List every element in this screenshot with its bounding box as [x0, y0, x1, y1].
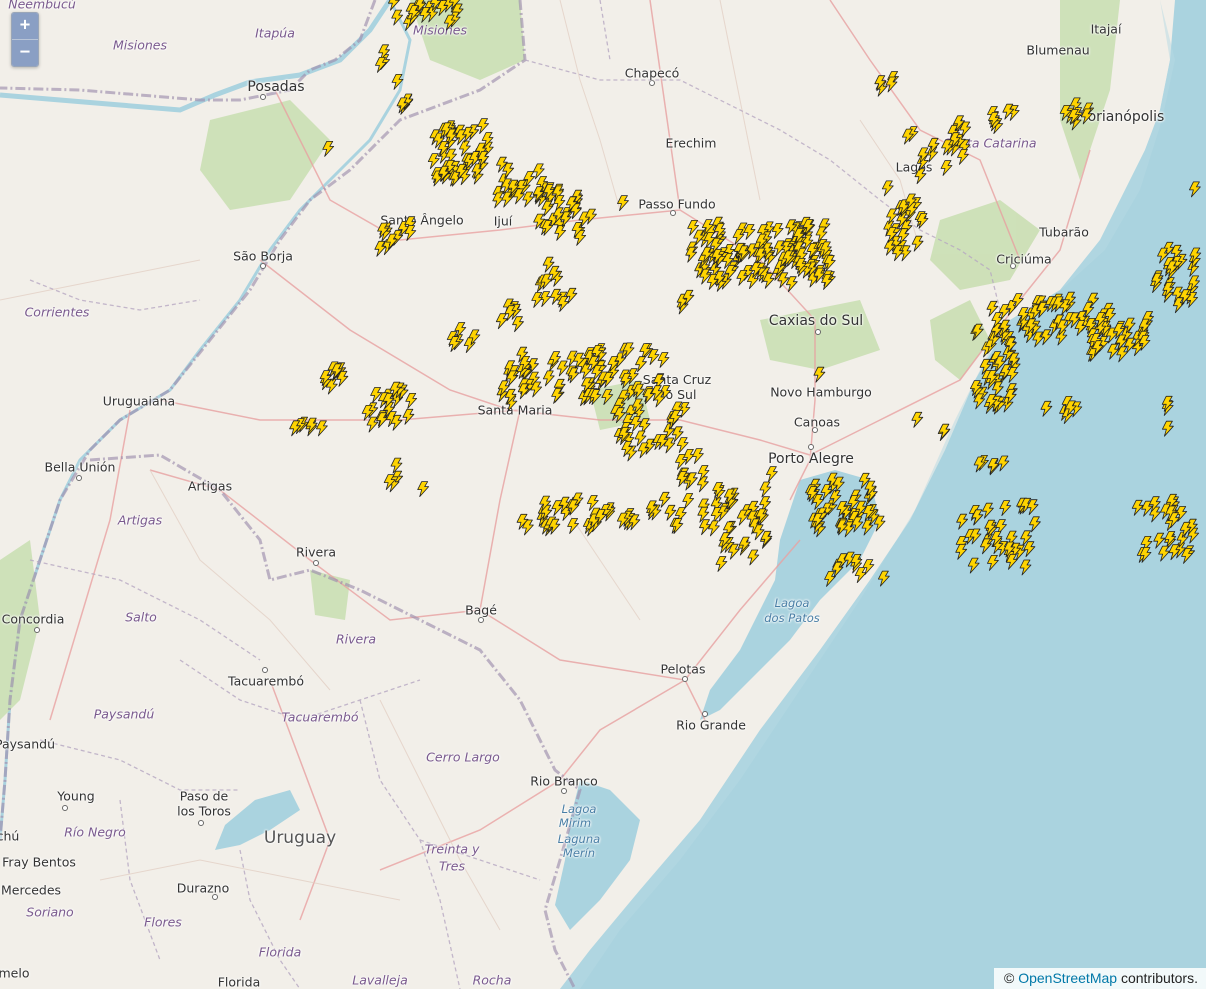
lightning-strike-icon: [708, 520, 720, 537]
lightning-strike-icon: [601, 389, 614, 406]
lightning-strike-icon: [1149, 506, 1161, 523]
lightning-strike-icon: [743, 224, 756, 240]
lightning-strike-icon: [987, 555, 999, 571]
lightning-strike-icon: [747, 549, 760, 566]
lightning-strike-icon: [967, 557, 980, 574]
lightning-strike-icon: [554, 224, 567, 241]
lightning-strike-icon: [957, 148, 969, 165]
lightning-strike-icon: [567, 518, 579, 534]
lightning-strike-icon: [477, 118, 490, 134]
zoom-in-button[interactable]: +: [12, 13, 38, 39]
lightning-strike-icon: [982, 502, 994, 519]
lightning-strike-icon: [697, 476, 709, 493]
lightning-strike-icon: [878, 570, 890, 587]
lightning-strike-icon: [940, 160, 953, 176]
lightning-strike-icon: [512, 316, 524, 333]
lightning-strike-icon: [1029, 516, 1041, 533]
lightning-strike-icon: [542, 370, 555, 387]
lightning-strike-icon: [771, 223, 784, 239]
openstreetmap-link[interactable]: OpenStreetMap: [1018, 970, 1117, 986]
lightning-strike-icon: [1040, 400, 1053, 417]
lightning-strike-icon: [956, 513, 968, 530]
lightning-strike-icon: [417, 481, 430, 498]
lightning-strike-icon: [914, 168, 927, 185]
lightning-strike-icon: [1131, 499, 1144, 516]
attribution-prefix: ©: [1004, 970, 1015, 986]
lightning-strike-icon: [1107, 343, 1119, 360]
lightning-strike-icon: [682, 493, 695, 509]
lightning-strike-icon: [630, 416, 642, 432]
lightning-strike-icon: [854, 567, 867, 583]
lightning-strike-icon: [617, 195, 629, 212]
map-attribution: © OpenStreetMap contributors.: [994, 968, 1206, 989]
zoom-out-button[interactable]: −: [12, 39, 38, 66]
lightning-strike-icon: [1158, 545, 1170, 562]
lightning-strike-icon: [999, 500, 1012, 517]
lightning-strike-icon: [495, 313, 508, 330]
lightning-strike-icon: [997, 455, 1010, 472]
zoom-control: + −: [11, 12, 39, 67]
lightning-layer: [289, 0, 1202, 587]
lightning-strike-icon: [911, 411, 924, 428]
lightning-strike-icon: [881, 180, 894, 197]
lightning-strike-icon: [315, 420, 328, 437]
lightning-strike-icon: [387, 0, 400, 11]
lightning-strike-icon: [955, 543, 968, 560]
map-view[interactable]: Ñeembucú Itapúa Misiones Misiones Posada…: [0, 0, 1206, 989]
lightning-strike-icon: [658, 491, 671, 508]
lightning-strike-icon: [813, 366, 826, 383]
lightning-strike-icon: [565, 287, 578, 304]
lightning-strike-icon: [766, 466, 778, 483]
lightning-strike-icon: [402, 408, 415, 425]
lightning-strike-icon: [322, 140, 335, 157]
lightning-strike-icon: [715, 556, 728, 572]
lightning-strike-icon: [759, 481, 772, 498]
lightning-strike-icon: [824, 571, 836, 587]
lightning-strike-icon: [911, 235, 924, 252]
lightning-strike-icon: [585, 208, 597, 225]
lightning-strike-icon: [391, 74, 404, 90]
lightning-strike-icon: [692, 448, 704, 465]
lightning-strike-icon: [1023, 541, 1036, 558]
attribution-suffix: contributors.: [1120, 970, 1198, 986]
lightning-strike-icon: [391, 9, 404, 26]
lightning-strike-icon: [657, 352, 670, 368]
lightning-strike-icon: [1189, 181, 1201, 198]
lightning-strike-icon: [366, 416, 379, 433]
lightning-strike-icon: [1162, 420, 1174, 437]
lightning-strike-icon: [1019, 559, 1032, 576]
lightning-strike-icon: [427, 153, 440, 170]
lightning-strike-icon: [405, 392, 418, 409]
